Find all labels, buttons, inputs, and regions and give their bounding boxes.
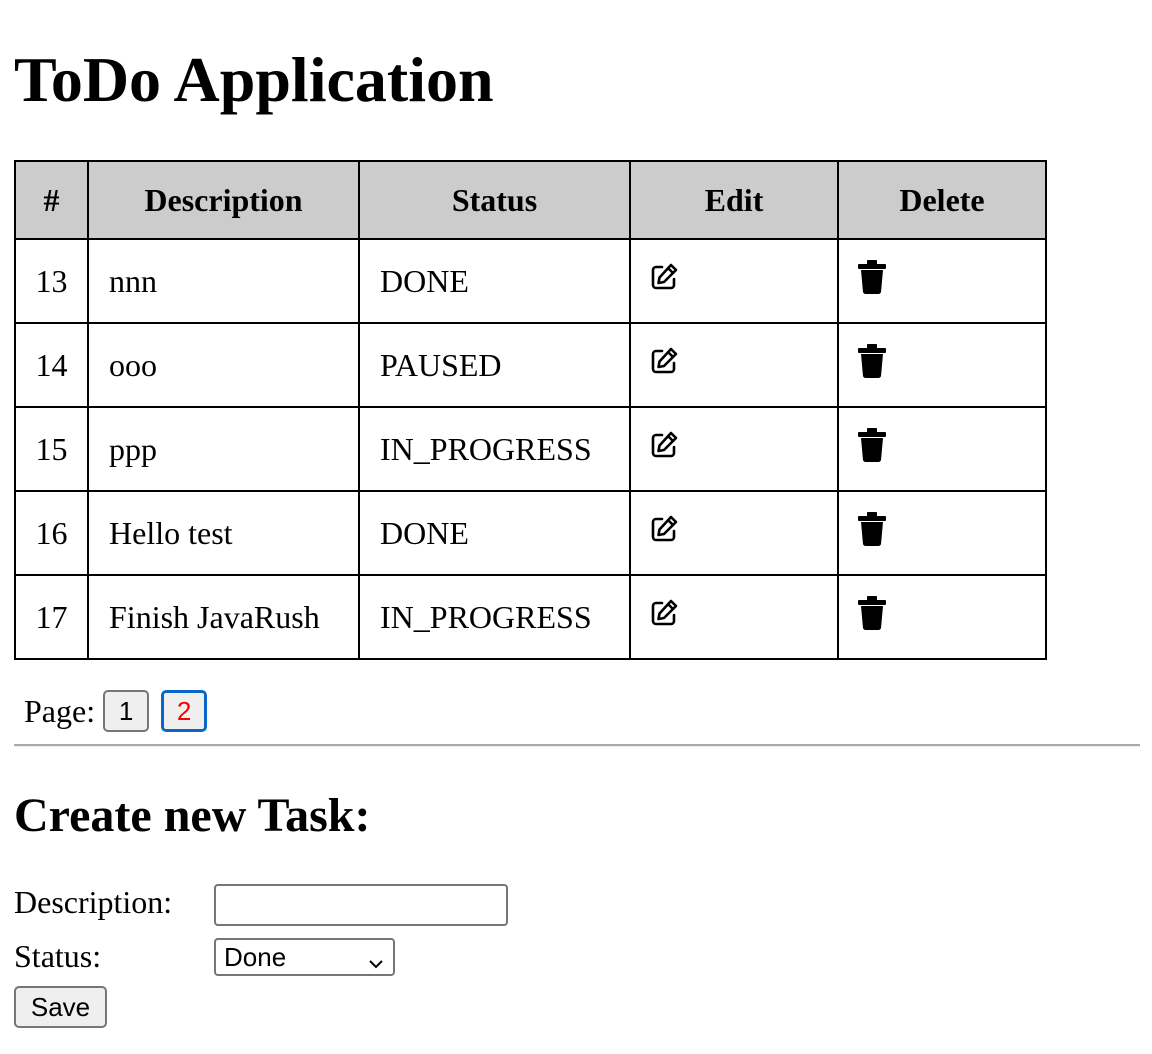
task-description: Finish JavaRush (87, 574, 360, 660)
delete-cell (837, 490, 1047, 576)
page-title: ToDo Application (14, 44, 494, 115)
description-input[interactable] (214, 884, 508, 926)
trash-icon[interactable] (857, 427, 887, 463)
task-description: nnn (87, 238, 360, 324)
delete-cell (837, 406, 1047, 492)
edit-cell (629, 322, 839, 408)
task-description: ooo (87, 322, 360, 408)
page-button-2[interactable]: 2 (160, 689, 209, 733)
chevron-down-icon (367, 949, 385, 980)
edit-cell (629, 574, 839, 660)
pagination-label: Page: (24, 692, 96, 729)
task-status: DONE (358, 238, 631, 324)
task-description: Hello test (87, 490, 360, 576)
trash-icon[interactable] (857, 343, 887, 379)
trash-icon[interactable] (857, 595, 887, 631)
task-id: 15 (14, 406, 89, 492)
task-status: PAUSED (358, 322, 631, 408)
divider (14, 744, 1140, 747)
edit-pencil-icon[interactable] (649, 514, 679, 544)
table-row: 15 ppp IN_PROGRESS (14, 406, 1047, 492)
table-header-row: # Description Status Edit Delete (14, 160, 1047, 240)
task-id: 14 (14, 322, 89, 408)
trash-icon[interactable] (857, 259, 887, 295)
delete-cell (837, 238, 1047, 324)
description-label: Description: (14, 884, 173, 920)
status-select[interactable]: Done (214, 938, 395, 976)
status-label: Status: (14, 938, 102, 974)
column-header-id: # (14, 160, 89, 240)
column-header-status: Status (358, 160, 631, 240)
table-row: 17 Finish JavaRush IN_PROGRESS (14, 574, 1047, 660)
save-button[interactable]: Save (14, 986, 107, 1028)
column-header-description: Description (87, 160, 360, 240)
table-row: 13 nnn DONE (14, 238, 1047, 324)
task-description: ppp (87, 406, 360, 492)
edit-cell (629, 490, 839, 576)
create-task-title: Create new Task: (14, 789, 371, 842)
pagination: Page: 1 2 (24, 689, 219, 733)
table-row: 14 ooo PAUSED (14, 322, 1047, 408)
page-button-1[interactable]: 1 (103, 690, 150, 732)
edit-pencil-icon[interactable] (649, 430, 679, 460)
task-status: IN_PROGRESS (358, 574, 631, 660)
task-id: 16 (14, 490, 89, 576)
tasks-table: # Description Status Edit Delete 13 nnn DO… (14, 160, 1047, 660)
status-select-value: Done (224, 941, 287, 972)
task-status: DONE (358, 490, 631, 576)
column-header-delete: Delete (837, 160, 1047, 240)
edit-cell (629, 406, 839, 492)
edit-pencil-icon[interactable] (649, 346, 679, 376)
task-id: 17 (14, 574, 89, 660)
column-header-edit: Edit (629, 160, 839, 240)
task-id: 13 (14, 238, 89, 324)
edit-cell (629, 238, 839, 324)
task-status: IN_PROGRESS (358, 406, 631, 492)
edit-pencil-icon[interactable] (649, 262, 679, 292)
edit-pencil-icon[interactable] (649, 598, 679, 628)
table-row: 16 Hello test DONE (14, 490, 1047, 576)
trash-icon[interactable] (857, 511, 887, 547)
delete-cell (837, 322, 1047, 408)
delete-cell (837, 574, 1047, 660)
